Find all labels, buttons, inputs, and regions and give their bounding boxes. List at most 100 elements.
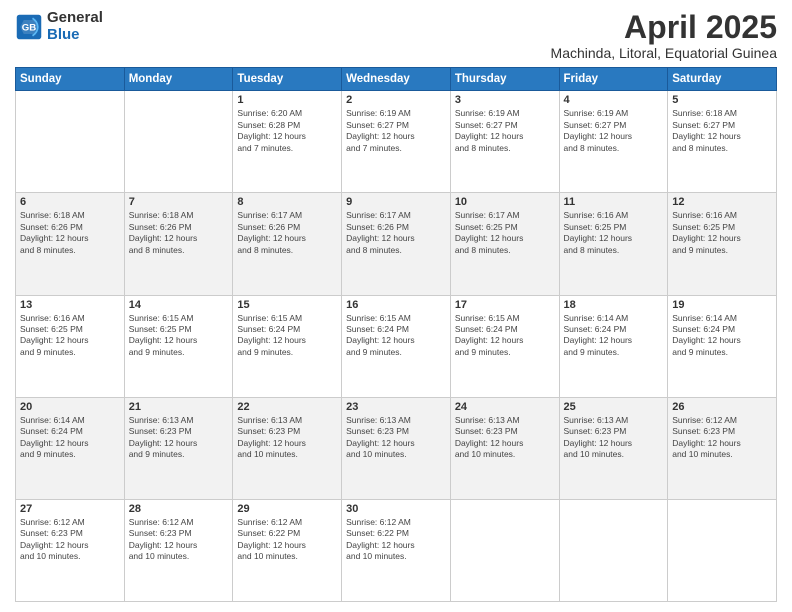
calendar-cell: 12 Sunrise: 6:16 AM Sunset: 6:25 PM Dayli… — [668, 193, 777, 295]
calendar-cell: 2 Sunrise: 6:19 AM Sunset: 6:27 PM Daylig… — [342, 91, 451, 193]
calendar-cell: 11 Sunrise: 6:16 AM Sunset: 6:25 PM Dayli… — [559, 193, 668, 295]
day-info: Sunrise: 6:12 AM Sunset: 6:22 PM Dayligh… — [237, 517, 337, 563]
calendar-cell: 17 Sunrise: 6:15 AM Sunset: 6:24 PM Dayli… — [450, 295, 559, 397]
calendar-cell: 5Sunrise: 6:18 AM Sunset: 6:27 PM Daylig… — [668, 91, 777, 193]
calendar-cell: 29Sunrise: 6:12 AM Sunset: 6:22 PM Dayli… — [233, 499, 342, 601]
day-info: Sunrise: 6:18 AM Sunset: 6:26 PM Dayligh… — [129, 210, 229, 256]
day-number: 8 — [237, 196, 337, 208]
day-info: Sunrise: 6:16 AM Sunset: 6:25 PM Dayligh… — [672, 210, 772, 256]
calendar-cell: 16 Sunrise: 6:15 AM Sunset: 6:24 PM Dayli… — [342, 295, 451, 397]
day-info: Sunrise: 6:13 AM Sunset: 6:23 PM Dayligh… — [129, 415, 229, 461]
day-number: 3 — [455, 94, 555, 106]
logo-line1: General — [47, 10, 103, 27]
calendar-day-header: Monday — [124, 68, 233, 91]
day-number: 10 — [455, 196, 555, 208]
month-title: April 2025 — [551, 10, 777, 45]
calendar-cell: 24 Sunrise: 6:13 AM Sunset: 6:23 PM Dayli… — [450, 397, 559, 499]
page: GB General Blue April 2025 Machinda, Lit… — [0, 0, 792, 612]
day-info: Sunrise: 6:14 AM Sunset: 6:24 PM Dayligh… — [564, 313, 664, 359]
day-number: 30 — [346, 503, 446, 515]
day-number: 6 — [20, 196, 120, 208]
calendar-day-header: Thursday — [450, 68, 559, 91]
calendar-week-row: 1 Sunrise: 6:20 AM Sunset: 6:28 PM Daylig… — [16, 91, 777, 193]
calendar-week-row: 20Sunrise: 6:14 AM Sunset: 6:24 PM Dayli… — [16, 397, 777, 499]
header: GB General Blue April 2025 Machinda, Lit… — [15, 10, 777, 61]
day-info: Sunrise: 6:19 AM Sunset: 6:27 PM Dayligh… — [455, 108, 555, 154]
day-number: 1 — [237, 94, 337, 106]
day-info: Sunrise: 6:15 AM Sunset: 6:24 PM Dayligh… — [455, 313, 555, 359]
calendar-cell: 30 Sunrise: 6:12 AM Sunset: 6:22 PM Dayli… — [342, 499, 451, 601]
calendar-cell: 23Sunrise: 6:13 AM Sunset: 6:23 PM Dayli… — [342, 397, 451, 499]
day-number: 12 — [672, 196, 772, 208]
day-number: 17 — [455, 299, 555, 311]
calendar-cell: 22 Sunrise: 6:13 AM Sunset: 6:23 PM Dayli… — [233, 397, 342, 499]
day-info: Sunrise: 6:19 AM Sunset: 6:27 PM Dayligh… — [564, 108, 664, 154]
day-number: 23 — [346, 401, 446, 413]
calendar-cell: 6 Sunrise: 6:18 AM Sunset: 6:26 PM Daylig… — [16, 193, 125, 295]
day-info: Sunrise: 6:15 AM Sunset: 6:24 PM Dayligh… — [237, 313, 337, 359]
day-info: Sunrise: 6:15 AM Sunset: 6:25 PM Dayligh… — [129, 313, 229, 359]
day-number: 27 — [20, 503, 120, 515]
day-number: 4 — [564, 94, 664, 106]
calendar-cell: 18 Sunrise: 6:14 AM Sunset: 6:24 PM Dayli… — [559, 295, 668, 397]
calendar-cell: 27 Sunrise: 6:12 AM Sunset: 6:23 PM Dayli… — [16, 499, 125, 601]
calendar-cell: 20Sunrise: 6:14 AM Sunset: 6:24 PM Dayli… — [16, 397, 125, 499]
subtitle: Machinda, Litoral, Equatorial Guinea — [551, 45, 777, 61]
day-info: Sunrise: 6:16 AM Sunset: 6:25 PM Dayligh… — [564, 210, 664, 256]
day-info: Sunrise: 6:12 AM Sunset: 6:23 PM Dayligh… — [129, 517, 229, 563]
day-number: 15 — [237, 299, 337, 311]
calendar-cell: 25Sunrise: 6:13 AM Sunset: 6:23 PM Dayli… — [559, 397, 668, 499]
calendar-week-row: 13 Sunrise: 6:16 AM Sunset: 6:25 PM Dayli… — [16, 295, 777, 397]
calendar-cell — [16, 91, 125, 193]
day-info: Sunrise: 6:12 AM Sunset: 6:23 PM Dayligh… — [20, 517, 120, 563]
day-info: Sunrise: 6:14 AM Sunset: 6:24 PM Dayligh… — [672, 313, 772, 359]
calendar-cell: 28 Sunrise: 6:12 AM Sunset: 6:23 PM Dayli… — [124, 499, 233, 601]
day-info: Sunrise: 6:14 AM Sunset: 6:24 PM Dayligh… — [20, 415, 120, 461]
day-info: Sunrise: 6:20 AM Sunset: 6:28 PM Dayligh… — [237, 108, 337, 154]
day-number: 24 — [455, 401, 555, 413]
day-number: 22 — [237, 401, 337, 413]
day-info: Sunrise: 6:17 AM Sunset: 6:26 PM Dayligh… — [237, 210, 337, 256]
calendar-cell — [559, 499, 668, 601]
day-number: 2 — [346, 94, 446, 106]
day-info: Sunrise: 6:17 AM Sunset: 6:25 PM Dayligh… — [455, 210, 555, 256]
calendar-week-row: 27 Sunrise: 6:12 AM Sunset: 6:23 PM Dayli… — [16, 499, 777, 601]
svg-text:GB: GB — [22, 22, 36, 33]
day-number: 18 — [564, 299, 664, 311]
calendar-cell: 9 Sunrise: 6:17 AM Sunset: 6:26 PM Daylig… — [342, 193, 451, 295]
calendar-cell: 4 Sunrise: 6:19 AM Sunset: 6:27 PM Daylig… — [559, 91, 668, 193]
calendar-day-header: Wednesday — [342, 68, 451, 91]
day-info: Sunrise: 6:13 AM Sunset: 6:23 PM Dayligh… — [455, 415, 555, 461]
logo-icon: GB — [15, 13, 43, 41]
day-info: Sunrise: 6:18 AM Sunset: 6:27 PM Dayligh… — [672, 108, 772, 154]
day-number: 16 — [346, 299, 446, 311]
calendar-cell: 14Sunrise: 6:15 AM Sunset: 6:25 PM Dayli… — [124, 295, 233, 397]
calendar-cell: 10 Sunrise: 6:17 AM Sunset: 6:25 PM Dayli… — [450, 193, 559, 295]
day-number: 26 — [672, 401, 772, 413]
day-info: Sunrise: 6:12 AM Sunset: 6:22 PM Dayligh… — [346, 517, 446, 563]
calendar-cell: 21Sunrise: 6:13 AM Sunset: 6:23 PM Dayli… — [124, 397, 233, 499]
day-info: Sunrise: 6:12 AM Sunset: 6:23 PM Dayligh… — [672, 415, 772, 461]
day-info: Sunrise: 6:13 AM Sunset: 6:23 PM Dayligh… — [564, 415, 664, 461]
day-info: Sunrise: 6:17 AM Sunset: 6:26 PM Dayligh… — [346, 210, 446, 256]
calendar-day-header: Saturday — [668, 68, 777, 91]
day-number: 7 — [129, 196, 229, 208]
calendar-day-header: Friday — [559, 68, 668, 91]
calendar-cell: 1 Sunrise: 6:20 AM Sunset: 6:28 PM Daylig… — [233, 91, 342, 193]
day-number: 11 — [564, 196, 664, 208]
calendar-cell: 3 Sunrise: 6:19 AM Sunset: 6:27 PM Daylig… — [450, 91, 559, 193]
day-number: 13 — [20, 299, 120, 311]
day-info: Sunrise: 6:16 AM Sunset: 6:25 PM Dayligh… — [20, 313, 120, 359]
day-info: Sunrise: 6:13 AM Sunset: 6:23 PM Dayligh… — [237, 415, 337, 461]
calendar-day-header: Tuesday — [233, 68, 342, 91]
calendar-cell: 8 Sunrise: 6:17 AM Sunset: 6:26 PM Daylig… — [233, 193, 342, 295]
logo-text: General Blue — [47, 10, 103, 43]
day-info: Sunrise: 6:18 AM Sunset: 6:26 PM Dayligh… — [20, 210, 120, 256]
day-number: 28 — [129, 503, 229, 515]
calendar-day-header: Sunday — [16, 68, 125, 91]
calendar-cell — [450, 499, 559, 601]
day-info: Sunrise: 6:15 AM Sunset: 6:24 PM Dayligh… — [346, 313, 446, 359]
calendar-table: SundayMondayTuesdayWednesdayThursdayFrid… — [15, 67, 777, 602]
day-number: 9 — [346, 196, 446, 208]
day-info: Sunrise: 6:19 AM Sunset: 6:27 PM Dayligh… — [346, 108, 446, 154]
